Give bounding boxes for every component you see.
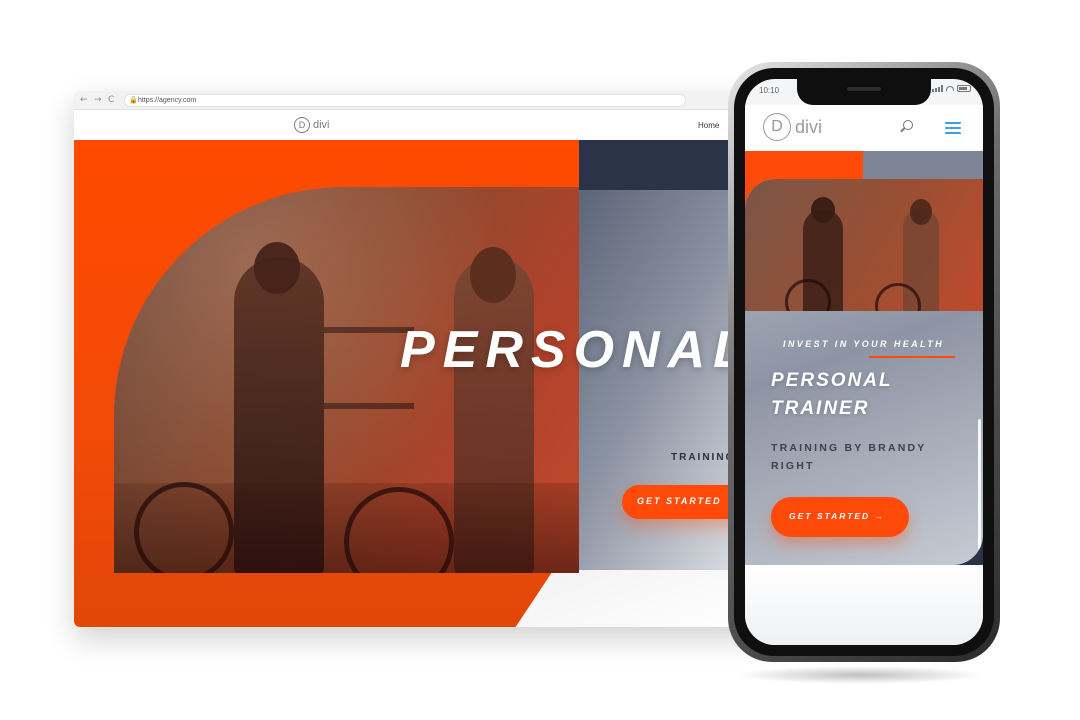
forward-icon[interactable]: → [94, 94, 102, 106]
hero-photo-cyclists [114, 187, 579, 573]
mobile-hero-subtitle: TRAINING BY BRANDY RIGHT [771, 442, 927, 472]
mobile-logo-text: divi [795, 116, 823, 137]
search-icon[interactable] [903, 120, 913, 130]
mobile-hero-grey-block [863, 151, 983, 181]
hero-title: PERSONAL T [400, 321, 764, 379]
lock-icon: 🔒 [129, 97, 138, 104]
phone-notch [797, 79, 931, 105]
desktop-browser-window: ← → C 🔒 https://agency.com D divi Home P… [74, 91, 764, 627]
mobile-hero-section: INVEST IN YOUR HEALTH PERSONAL TRAINER T… [745, 151, 983, 645]
status-time: 10:10 [759, 86, 780, 95]
hamburger-menu-icon[interactable] [945, 122, 961, 134]
logo-text: divi [313, 119, 330, 131]
back-icon[interactable]: ← [80, 94, 88, 106]
logo-mark: D [294, 117, 310, 133]
get-started-label: GET STARTED [637, 496, 722, 506]
nav-home-link[interactable]: Home [698, 121, 719, 130]
hero-section: PERSONAL T TRAINING GET STARTED [74, 140, 764, 627]
mobile-logo-mark: D [763, 113, 791, 141]
hero-subtitle: TRAINING [671, 452, 736, 463]
mobile-scrollbar[interactable] [978, 419, 981, 549]
phone-shadow [735, 666, 985, 684]
site-header: D divi Home [74, 110, 764, 140]
site-logo[interactable]: D divi [294, 116, 330, 134]
signal-icon [932, 85, 943, 92]
mobile-hero-bottom [745, 565, 983, 645]
mobile-hero-photo [745, 179, 983, 311]
mobile-hero-kicker: INVEST IN YOUR HEALTH [783, 339, 945, 349]
kicker-underline [869, 356, 955, 358]
reload-icon[interactable]: C [108, 94, 114, 106]
address-url[interactable]: https://agency.com [138, 96, 196, 105]
mobile-screen: 10:10 D divi INVEST IN YOUR HEALTH PERSO… [745, 79, 983, 645]
address-bar[interactable]: 🔒 https://agency.com [124, 94, 686, 107]
wifi-icon [946, 86, 954, 91]
mobile-hero-title: PERSONAL TRAINER [771, 370, 893, 419]
phone-bezel: 10:10 D divi INVEST IN YOUR HEALTH PERSO… [734, 68, 994, 656]
browser-toolbar: ← → C 🔒 https://agency.com [74, 91, 764, 110]
mobile-get-started-label: GET STARTED → [789, 511, 886, 521]
status-icons [932, 85, 971, 92]
mobile-hero-card: INVEST IN YOUR HEALTH PERSONAL TRAINER T… [745, 179, 983, 565]
mobile-phone-frame: 10:10 D divi INVEST IN YOUR HEALTH PERSO… [728, 62, 1000, 662]
mobile-site-header: D divi [745, 105, 983, 151]
mobile-site-logo[interactable]: D divi [763, 113, 822, 141]
battery-icon [957, 85, 971, 92]
mobile-get-started-button[interactable]: GET STARTED → [771, 497, 909, 537]
